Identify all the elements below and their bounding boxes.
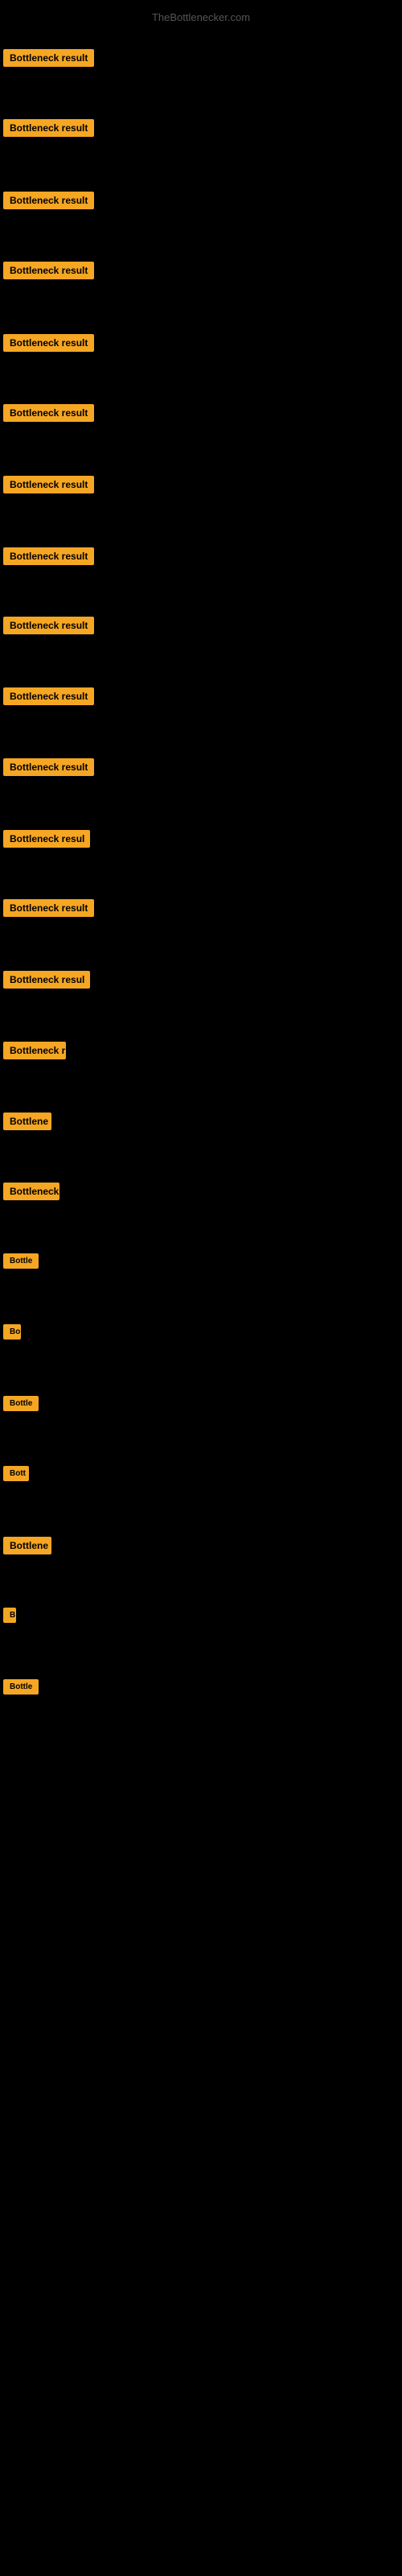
result-row: Bottleneck result [0, 331, 97, 359]
result-row: Bottleneck result [0, 116, 97, 144]
result-row: Bottleneck result [0, 401, 97, 429]
bottleneck-badge[interactable]: Bottleneck resul [3, 971, 90, 989]
bottleneck-badge[interactable]: Bottlene [3, 1537, 51, 1554]
bottleneck-badge[interactable]: Bo [3, 1324, 21, 1340]
bottleneck-badge[interactable]: Bottle [3, 1679, 39, 1695]
result-row: Bottleneck result [0, 258, 97, 287]
bottleneck-badge[interactable]: Bottle [3, 1396, 39, 1411]
result-row: Bottleneck [0, 1179, 63, 1208]
result-row: Bottleneck result [0, 684, 97, 712]
result-row: B [0, 1604, 19, 1630]
bottleneck-badge[interactable]: Bottleneck result [3, 547, 94, 565]
bottleneck-badge[interactable]: Bottleneck resul [3, 830, 90, 848]
bottleneck-badge[interactable]: Bottleneck result [3, 262, 94, 279]
bottleneck-badge[interactable]: Bottleneck result [3, 404, 94, 422]
bottleneck-badge[interactable]: Bottlene [3, 1113, 51, 1130]
result-row: Bottleneck resul [0, 968, 93, 996]
bottleneck-badge[interactable]: Bottleneck result [3, 119, 94, 137]
bottleneck-badge[interactable]: Bottleneck result [3, 687, 94, 705]
bottleneck-badge[interactable]: Bottleneck [3, 1183, 59, 1200]
bottleneck-badge[interactable]: Bottleneck result [3, 899, 94, 917]
result-row: Bottle [0, 1393, 42, 1418]
result-row: Bottle [0, 1676, 42, 1702]
result-row: Bottlene [0, 1109, 55, 1137]
result-row: Bottle [0, 1250, 42, 1276]
result-row: Bottleneck result [0, 188, 97, 217]
result-row: Bottleneck resul [0, 827, 93, 855]
result-row: Bottleneck result [0, 755, 97, 783]
result-row: Bottleneck result [0, 473, 97, 501]
bottleneck-badge[interactable]: Bott [3, 1466, 29, 1481]
result-row: Bottleneck result [0, 46, 97, 74]
bottleneck-badge[interactable]: Bottleneck r [3, 1042, 66, 1059]
bottleneck-badge[interactable]: Bottleneck result [3, 758, 94, 776]
bottleneck-badge[interactable]: Bottleneck result [3, 476, 94, 493]
bottleneck-badge[interactable]: Bottleneck result [3, 334, 94, 352]
bottleneck-badge[interactable]: Bottleneck result [3, 49, 94, 67]
result-row: Bottlene [0, 1534, 55, 1562]
bottleneck-badge[interactable]: Bottle [3, 1253, 39, 1269]
bottleneck-badge[interactable]: Bottleneck result [3, 617, 94, 634]
bottleneck-badge[interactable]: Bottleneck result [3, 192, 94, 209]
result-row: Bott [0, 1463, 32, 1488]
bottleneck-badge[interactable]: B [3, 1608, 16, 1623]
result-row: Bottleneck result [0, 896, 97, 924]
result-row: Bottleneck result [0, 613, 97, 642]
result-row: Bottleneck result [0, 544, 97, 572]
result-row: Bo [0, 1321, 24, 1347]
result-row: Bottleneck r [0, 1038, 69, 1067]
